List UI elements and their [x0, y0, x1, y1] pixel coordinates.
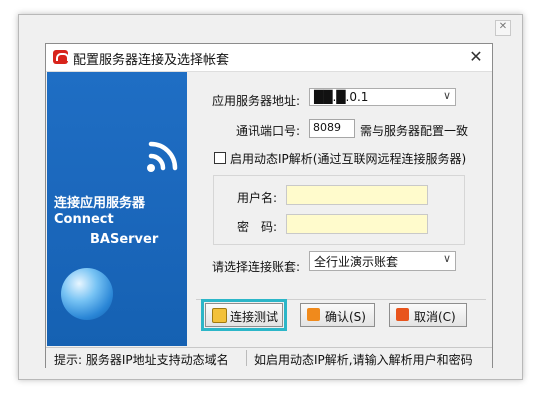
password-input[interactable] [286, 214, 428, 234]
account-combo[interactable]: 全行业演示账套 ∨ [309, 251, 456, 271]
dialog-titlebar: 配置服务器连接及选择帐套 ✕ [46, 44, 492, 72]
connection-test-label: 连接测试 [230, 310, 279, 324]
dynamic-ip-checkbox[interactable] [214, 152, 226, 164]
dynamic-ip-label: 启用动态IP解析(通过互联网远程连接服务器) [230, 152, 467, 166]
app-logo-icon [53, 50, 69, 64]
cancel-label: 取消(C) [414, 310, 456, 324]
account-value: 全行业演示账套 [314, 255, 399, 269]
dialog-title: 配置服务器连接及选择帐套 [73, 53, 230, 68]
chevron-down-icon[interactable]: ∨ [443, 89, 451, 102]
banner-title-en-2: BAServer [90, 232, 159, 247]
banner-title-cn: 连接应用服务器 [54, 196, 146, 211]
banner-title-en-1: Connect [54, 212, 114, 227]
account-label: 请选择连接账套: [212, 260, 301, 274]
status-hint-left: 提示: 服务器IP地址支持动态域名 [54, 353, 229, 367]
cancel-x-icon [396, 308, 409, 321]
chevron-down-icon[interactable]: ∨ [443, 252, 451, 265]
status-hint-right: 如启用动态IP解析,请输入解析用户和密码 [254, 353, 473, 367]
port-label: 通讯端口号: [236, 124, 301, 138]
username-label: 用户名: [237, 191, 278, 205]
username-input[interactable] [286, 185, 428, 205]
connection-test-button[interactable]: 连接测试 [201, 299, 287, 331]
server-address-label: 应用服务器地址: [212, 94, 301, 108]
separator-line [196, 299, 486, 300]
status-bar: 提示: 服务器IP地址支持动态域名 如启用动态IP解析,请输入解析用户和密码 [46, 347, 492, 368]
port-hint: 需与服务器配置一致 [360, 124, 469, 138]
password-label: 密 码: [237, 220, 278, 234]
side-banner: 连接应用服务器 Connect BAServer [47, 72, 187, 346]
server-connection-dialog: 配置服务器连接及选择帐套 ✕ 连接应用服务器 Connect BAServer … [45, 43, 493, 368]
status-separator [246, 350, 247, 366]
checkmark-icon [307, 308, 320, 321]
close-button[interactable]: ✕ [466, 47, 486, 67]
globe-icon [61, 268, 113, 320]
background-window-close-icon[interactable]: ✕ [495, 20, 511, 36]
test-connection-icon [212, 308, 227, 323]
confirm-label: 确认(S) [325, 310, 366, 324]
wireless-signal-icon [147, 141, 178, 172]
server-address-value: ██.█.0.1 [314, 90, 369, 104]
server-address-combo[interactable]: ██.█.0.1 ∨ [309, 88, 456, 106]
cancel-button[interactable]: 取消(C) [389, 303, 467, 327]
confirm-button[interactable]: 确认(S) [300, 303, 375, 327]
port-input[interactable]: 8089 [309, 119, 355, 138]
